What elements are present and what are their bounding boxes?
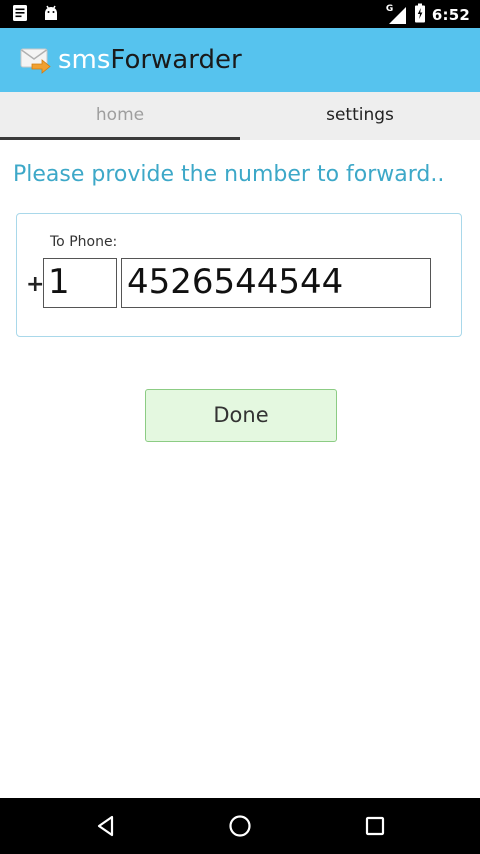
android-icon (42, 4, 60, 26)
battery-icon (414, 3, 426, 27)
signal-icon: G (386, 4, 408, 25)
app-title: smsForwarder (58, 44, 242, 76)
home-icon[interactable] (226, 812, 254, 840)
to-phone-label: To Phone: (50, 234, 118, 250)
done-button[interactable]: Done (145, 389, 337, 442)
country-code-input[interactable]: 1 (43, 258, 117, 308)
back-icon[interactable] (92, 812, 120, 840)
tab-settings[interactable]: settings (240, 92, 480, 140)
app-title-forwarder: Forwarder (110, 45, 242, 75)
envelope-icon (20, 46, 52, 78)
navigation-bar (0, 798, 480, 854)
status-left-icons (12, 4, 60, 26)
prompt-text: Please provide the number to forward.. (13, 162, 445, 187)
app-title-sms: sms (58, 45, 111, 75)
status-bar: G 6:52 (0, 0, 480, 28)
notification-icon (12, 4, 28, 26)
phone-input-card: To Phone: + 1 4526544544 (16, 213, 462, 337)
phone-number-input[interactable]: 4526544544 (121, 258, 431, 308)
recents-icon[interactable] (361, 812, 389, 840)
tab-bar: home settings (0, 92, 480, 140)
plus-sign: + (26, 272, 45, 297)
status-time: 6:52 (431, 6, 470, 24)
tab-home[interactable]: home (0, 92, 240, 140)
app-bar: smsForwarder (0, 28, 480, 92)
status-right-icons: G 6:52 (386, 3, 470, 27)
